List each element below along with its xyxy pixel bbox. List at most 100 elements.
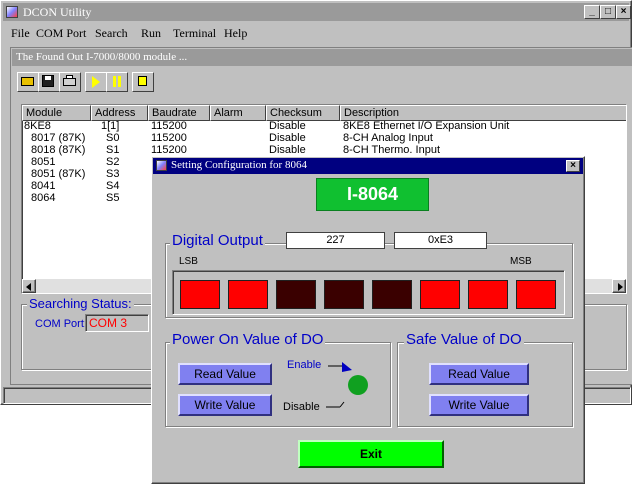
printer-icon bbox=[63, 78, 76, 86]
module-panel-title-bar: The Found Out I-7000/8000 module ... bbox=[12, 49, 632, 66]
dialog-close-button[interactable]: × bbox=[566, 160, 580, 172]
save-button[interactable] bbox=[38, 72, 60, 92]
open-button[interactable] bbox=[17, 72, 39, 92]
close-window-button[interactable]: × bbox=[616, 5, 631, 19]
power-on-read-button[interactable]: Read Value bbox=[178, 363, 272, 385]
toggle-knob-icon bbox=[348, 375, 368, 395]
menu-run[interactable]: Run bbox=[141, 26, 161, 41]
disable-leader-tick bbox=[339, 401, 345, 408]
cell-address: S0 bbox=[106, 132, 120, 144]
cell-module: 8064 bbox=[31, 192, 56, 204]
arrow-left-icon bbox=[26, 283, 31, 291]
cell-checksum: Disable bbox=[269, 120, 306, 132]
do-hex-value: 0xE3 bbox=[427, 234, 454, 246]
do-decimal-value: 227 bbox=[326, 234, 345, 246]
column-checksum[interactable]: Checksum bbox=[266, 105, 340, 121]
run-button[interactable] bbox=[85, 72, 107, 92]
column-description[interactable]: Description bbox=[340, 105, 626, 121]
app-logo-icon bbox=[6, 6, 18, 18]
power-on-write-button[interactable]: Write Value bbox=[178, 394, 272, 416]
menu-bar: File COM Port Search Run Terminal Help bbox=[11, 26, 311, 42]
com-port-field: COM 3 bbox=[85, 314, 149, 332]
toolbar bbox=[15, 70, 215, 94]
folder-open-icon bbox=[21, 77, 34, 86]
do-led-panel bbox=[172, 270, 565, 315]
table-row[interactable]: 8017 (87K) S0 115200 Disable 8-CH Analog… bbox=[22, 132, 626, 144]
dialog-logo-icon bbox=[156, 160, 167, 171]
do-bit-6-led[interactable] bbox=[468, 280, 508, 309]
print-button[interactable] bbox=[59, 72, 81, 92]
column-module[interactable]: Module bbox=[22, 105, 91, 121]
column-alarm[interactable]: Alarm bbox=[210, 105, 266, 121]
do-hex-field[interactable]: 0xE3 bbox=[394, 232, 487, 249]
pause-icon-bar bbox=[118, 76, 121, 87]
column-baudrate[interactable]: Baudrate bbox=[148, 105, 210, 121]
menu-com-port[interactable]: COM Port bbox=[36, 26, 86, 41]
exit-label: Exit bbox=[359, 447, 382, 461]
menu-help[interactable]: Help bbox=[224, 26, 247, 41]
cell-module: 8017 (87K) bbox=[31, 132, 86, 144]
menu-search[interactable]: Search bbox=[95, 26, 128, 41]
cell-address: S1 bbox=[106, 144, 120, 156]
settings-dialog: Setting Configuration for 8064 × I-8064 … bbox=[151, 156, 585, 484]
cell-description: 8-CH Thermo. Input bbox=[343, 144, 441, 156]
menu-file[interactable]: File bbox=[11, 26, 30, 41]
exit-button[interactable]: Exit bbox=[298, 440, 444, 468]
com-port-value: COM 3 bbox=[89, 316, 128, 330]
cell-address: S4 bbox=[106, 180, 120, 192]
do-bit-0-led[interactable] bbox=[180, 280, 220, 309]
enable-label: Enable bbox=[287, 359, 322, 371]
scroll-left-button[interactable] bbox=[22, 279, 36, 293]
printer-paper-icon bbox=[66, 75, 73, 79]
cell-module: 8KE8 bbox=[24, 120, 51, 132]
do-bit-4-led[interactable] bbox=[372, 280, 412, 309]
pause-button[interactable] bbox=[106, 72, 128, 92]
stop-icon bbox=[138, 76, 147, 86]
menu-terminal[interactable]: Terminal bbox=[173, 26, 216, 41]
cell-baudrate: 115200 bbox=[151, 132, 187, 144]
cell-baudrate: 115200 bbox=[151, 120, 187, 132]
floppy-label-icon bbox=[45, 76, 51, 80]
do-bit-5-led[interactable] bbox=[420, 280, 460, 309]
disable-label: Disable bbox=[283, 401, 320, 413]
main-title-bar: DCON Utility bbox=[3, 3, 629, 21]
cell-address: S3 bbox=[106, 168, 120, 180]
safe-read-button[interactable]: Read Value bbox=[429, 363, 529, 385]
module-name: I-8064 bbox=[346, 184, 399, 204]
cell-address: S5 bbox=[106, 192, 120, 204]
module-panel-title: The Found Out I-7000/8000 module ... bbox=[16, 51, 188, 63]
safe-write-button[interactable]: Write Value bbox=[429, 394, 529, 416]
play-icon bbox=[92, 76, 100, 88]
minimize-button[interactable]: _ bbox=[584, 5, 600, 19]
maximize-button[interactable]: □ bbox=[600, 5, 616, 19]
arrow-right-icon bbox=[618, 283, 623, 291]
column-address[interactable]: Address bbox=[91, 105, 148, 121]
power-on-label: Power On Value of DO bbox=[170, 331, 326, 348]
pause-icon bbox=[113, 76, 116, 87]
stop-button[interactable] bbox=[132, 72, 154, 92]
cell-baudrate: 115200 bbox=[151, 144, 187, 156]
searching-status-label: Searching Status: bbox=[27, 296, 134, 311]
cell-description: 8-CH Analog Input bbox=[343, 132, 433, 144]
scroll-right-button[interactable] bbox=[612, 279, 626, 293]
msb-label: MSB bbox=[510, 256, 532, 267]
cell-module: 8051 (87K) bbox=[31, 168, 86, 180]
table-row[interactable]: 8018 (87K) S1 115200 Disable 8-CH Thermo… bbox=[22, 144, 626, 156]
cell-module: 8051 bbox=[31, 156, 56, 168]
digital-output-label: Digital Output bbox=[170, 232, 265, 249]
enable-toggle[interactable] bbox=[320, 362, 380, 417]
do-bit-7-led[interactable] bbox=[516, 280, 556, 309]
do-bit-1-led[interactable] bbox=[228, 280, 268, 309]
table-row[interactable]: 8KE8 1[1] 115200 Disable 8KE8 Ethernet I… bbox=[22, 120, 626, 132]
dialog-title: Setting Configuration for 8064 bbox=[171, 159, 307, 171]
module-name-banner: I-8064 bbox=[316, 178, 429, 211]
com-port-label: COM Port: bbox=[35, 318, 87, 330]
lsb-label: LSB bbox=[179, 256, 198, 267]
dialog-title-bar: Setting Configuration for 8064 bbox=[153, 158, 583, 174]
cell-module: 8041 bbox=[31, 180, 56, 192]
do-bit-2-led[interactable] bbox=[276, 280, 316, 309]
cell-checksum: Disable bbox=[269, 132, 306, 144]
enable-pointer-icon bbox=[342, 362, 352, 372]
do-bit-3-led[interactable] bbox=[324, 280, 364, 309]
do-decimal-field[interactable]: 227 bbox=[286, 232, 385, 249]
